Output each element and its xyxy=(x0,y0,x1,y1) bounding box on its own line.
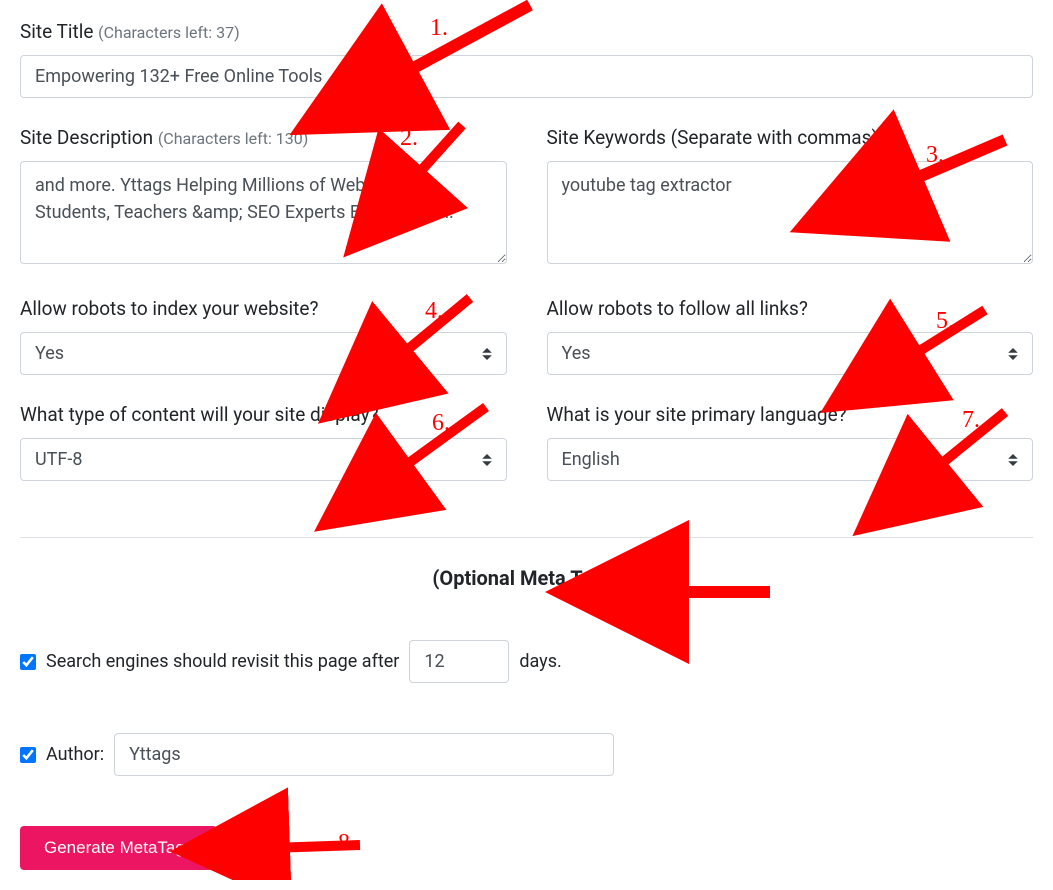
author-label: Author: xyxy=(46,744,104,765)
annotation-8: 8. xyxy=(338,830,356,857)
revisit-label-suffix: days. xyxy=(519,651,561,672)
robots-index-group: Allow robots to index your website? Yes xyxy=(20,297,507,375)
robots-follow-label: Allow robots to follow all links? xyxy=(547,297,1034,320)
site-keywords-input[interactable]: youtube tag extractor xyxy=(547,161,1034,264)
robots-follow-select[interactable]: Yes xyxy=(547,332,1034,375)
site-keywords-group: Site Keywords (Separate with commas) you… xyxy=(547,126,1034,269)
site-title-label-text: Site Title xyxy=(20,20,93,43)
generate-button[interactable]: Generate MetaTags xyxy=(20,826,217,870)
site-description-label-text: Site Description xyxy=(20,126,153,149)
content-type-select[interactable]: UTF-8 xyxy=(20,438,507,481)
revisit-group: Search engines should revisit this page … xyxy=(20,640,1033,683)
divider xyxy=(20,537,1033,538)
revisit-days-input[interactable] xyxy=(409,640,509,683)
language-select[interactable]: English xyxy=(547,438,1034,481)
site-title-label: Site Title (Characters left: 37) xyxy=(20,20,1033,43)
robots-index-label: Allow robots to index your website? xyxy=(20,297,507,320)
site-title-group: Site Title (Characters left: 37) xyxy=(20,20,1033,98)
language-group: What is your site primary language? Engl… xyxy=(547,403,1034,481)
robots-index-select[interactable]: Yes xyxy=(20,332,507,375)
site-description-chars-left: (Characters left: 130) xyxy=(158,129,309,148)
arrow-8 xyxy=(270,845,360,848)
revisit-checkbox[interactable] xyxy=(20,654,36,670)
site-description-input[interactable]: and more. Yttags Helping Millions of Web… xyxy=(20,161,507,264)
revisit-label-prefix: Search engines should revisit this page … xyxy=(46,651,399,672)
site-title-chars-left: (Characters left: 37) xyxy=(98,23,240,42)
site-description-label: Site Description (Characters left: 130) xyxy=(20,126,507,149)
author-input[interactable] xyxy=(114,733,614,776)
site-title-input[interactable] xyxy=(20,55,1033,98)
author-group: Author: xyxy=(20,733,1033,776)
content-type-label: What type of content will your site disp… xyxy=(20,403,507,426)
language-label: What is your site primary language? xyxy=(547,403,1034,426)
site-keywords-label: Site Keywords (Separate with commas) xyxy=(547,126,1034,149)
robots-follow-group: Allow robots to follow all links? Yes xyxy=(547,297,1034,375)
optional-meta-tags-heading: (Optional Meta Tags) xyxy=(20,566,1033,590)
author-checkbox[interactable] xyxy=(20,747,36,763)
content-type-group: What type of content will your site disp… xyxy=(20,403,507,481)
site-description-group: Site Description (Characters left: 130) … xyxy=(20,126,507,269)
